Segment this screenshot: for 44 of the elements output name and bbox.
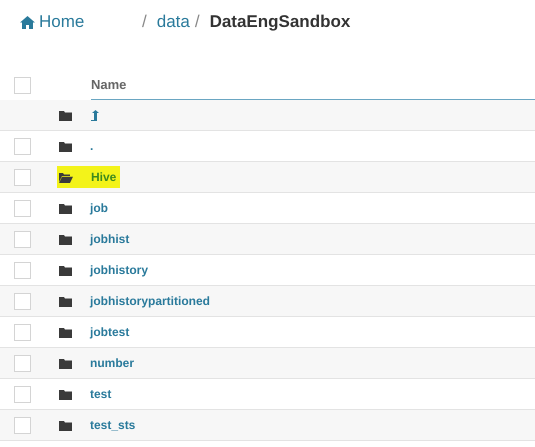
home-link[interactable]: Home (20, 9, 142, 35)
row-checkbox[interactable] (14, 168, 31, 186)
folder-link[interactable]: test (90, 385, 112, 403)
home-icon (20, 16, 35, 28)
breadcrumb-link[interactable]: data (156, 9, 190, 35)
folder-icon (59, 296, 72, 306)
folder-icon (59, 140, 72, 152)
folder-link[interactable]: jobhistory (90, 261, 148, 279)
current-folder: DataEngSandbox (210, 11, 350, 34)
folder-icon (59, 420, 72, 430)
row-checkbox[interactable] (14, 200, 31, 216)
row-checkbox[interactable] (14, 416, 31, 434)
table-row[interactable]: jobhistorypartitioned (0, 286, 535, 317)
folder-link[interactable]: jobhistorypartitioned (90, 292, 210, 310)
row-checkbox[interactable] (14, 324, 31, 340)
row-checkbox[interactable] (14, 230, 31, 248)
folder-icon (59, 110, 72, 120)
row-checkbox[interactable] (14, 386, 31, 402)
row-checkbox[interactable] (14, 292, 31, 310)
folder-icon (59, 234, 72, 244)
level-up-icon[interactable] (90, 110, 99, 120)
folder-icon (59, 388, 72, 400)
folder-link[interactable]: test_sts (90, 416, 136, 434)
select-all-checkbox[interactable] (14, 76, 31, 94)
folder-link[interactable]: jobhist (90, 230, 130, 248)
folder-icon (59, 264, 72, 276)
table-row[interactable]: test_sts (0, 410, 535, 441)
folder-icon (59, 202, 72, 214)
row-checkbox[interactable] (14, 262, 31, 278)
folder-link[interactable]: number (90, 354, 134, 372)
table-row[interactable]: Hive (0, 162, 535, 193)
folder-icon (59, 358, 72, 368)
table-row[interactable]: number (0, 348, 535, 379)
folder-link[interactable]: . (90, 137, 94, 155)
breadcrumb-separator: / (194, 11, 200, 34)
breadcrumb-separator: / (142, 11, 147, 34)
row-checkbox[interactable] (14, 138, 31, 154)
table-row[interactable]: jobhist (0, 224, 535, 255)
open-folder-icon (59, 172, 73, 182)
folder-link[interactable]: job (90, 199, 108, 217)
column-header[interactable]: Name (91, 74, 126, 94)
row-checkbox[interactable] (14, 354, 31, 372)
folder-icon (59, 326, 72, 338)
folder-link[interactable]: jobtest (90, 323, 130, 341)
